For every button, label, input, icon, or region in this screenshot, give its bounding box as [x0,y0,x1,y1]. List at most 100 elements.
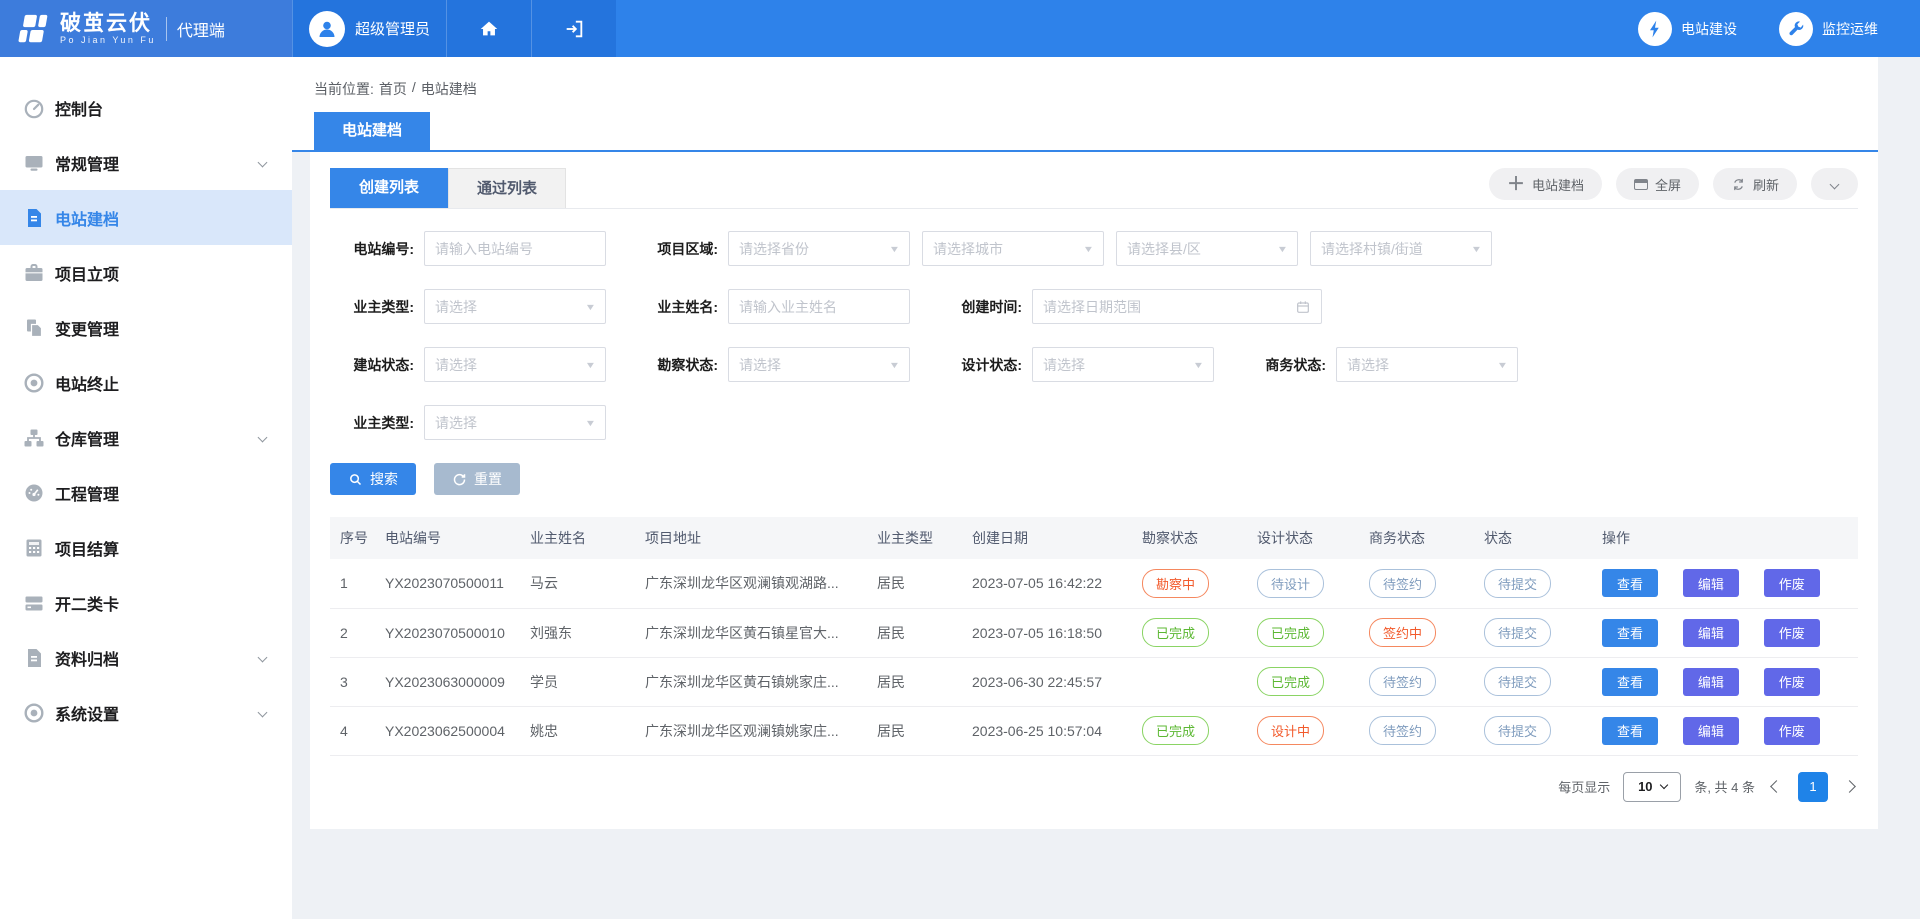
sidebar: 控制台 常规管理 电站建档 项目立项 变更管理 电站终止 仓库管理 工程管理 项… [0,57,292,919]
owner-type-2-select[interactable]: 请选择▼ [424,405,606,440]
cell-index: 1 [330,559,375,608]
province-select[interactable]: 请选择省份▼ [728,231,910,266]
sidebar-item-general-mgmt[interactable]: 常规管理 [0,135,292,190]
edit-button[interactable]: 编辑 [1683,717,1739,745]
search-button[interactable]: 搜索 [330,463,416,495]
edit-button[interactable]: 编辑 [1683,619,1739,647]
owner-type-select[interactable]: 请选择▼ [424,289,606,324]
next-page-button[interactable] [1841,778,1858,795]
logo-title: 破茧云伏 [60,13,156,35]
sidebar-item-station-terminate[interactable]: 电站终止 [0,355,292,410]
current-page-button[interactable]: 1 [1798,772,1828,802]
spacer [616,0,1638,57]
business-status-select[interactable]: 请选择▼ [1336,347,1518,382]
topbar-main: 超级管理员 电站建设 监控运维 [292,0,1920,57]
station-table: 序号 电站编号 业主姓名 项目地址 业主类型 创建日期 勘察状态 设计状态 商务… [330,517,1858,756]
date-range-input[interactable]: 请选择日期范围 [1032,289,1322,324]
field-label: 勘察状态: [634,355,718,375]
cell-owner-type: 居民 [867,657,962,706]
edit-button[interactable]: 编辑 [1683,569,1739,597]
sidebar-item-data-archive[interactable]: 资料归档 [0,630,292,685]
status-badge: 待提交 [1484,716,1551,745]
sidebar-item-label: 项目结算 [55,536,119,560]
page-tab-station-archive[interactable]: 电站建档 [314,112,430,150]
column-header: 序号 [330,517,375,559]
avatar-icon [309,11,345,47]
owner-name-input[interactable] [739,299,899,315]
edit-button[interactable]: 编辑 [1683,668,1739,696]
sidebar-item-open-type2-card[interactable]: 开二类卡 [0,575,292,630]
select-placeholder: 请选择 [1347,355,1389,375]
user-menu[interactable]: 超级管理员 [292,0,446,57]
filter-region: 项目区域: 请选择省份▼ 请选择城市▼ 请选择县/区▼ 请选择村镇/街道▼ [634,231,1492,266]
filter-row: 建站状态: 请选择▼ 勘察状态: 请选择▼ 设计状态: 请选择▼ 商务状态: 请… [330,347,1858,382]
panel-header: 创建列表 通过列表 ＋ 电站建档 全屏 刷新 [330,168,1858,209]
settings-icon [22,701,46,725]
survey-status-select[interactable]: 请选择▼ [728,347,910,382]
prev-page-button[interactable] [1768,778,1785,795]
reset-button[interactable]: 重置 [434,463,520,495]
town-select[interactable]: 请选择村镇/街道▼ [1310,231,1492,266]
station-code-input[interactable] [435,241,595,257]
design-status-select[interactable]: 请选择▼ [1032,347,1214,382]
sidebar-item-engineering-mgmt[interactable]: 工程管理 [0,465,292,520]
cell-created: 2023-06-30 22:45:57 [962,657,1132,706]
field-label: 业主类型: [330,413,414,433]
page-size-select[interactable]: 10 [1623,772,1681,802]
build-status-select[interactable]: 请选择▼ [424,347,606,382]
design-status-badge: 已完成 [1257,618,1324,647]
sidebar-item-warehouse-mgmt[interactable]: 仓库管理 [0,410,292,465]
view-button[interactable]: 查看 [1602,717,1658,745]
logo-subtitle: Po Jian Yun Fu [60,35,156,45]
table-header-row: 序号 电站编号 业主姓名 项目地址 业主类型 创建日期 勘察状态 设计状态 商务… [330,517,1858,559]
add-station-button[interactable]: ＋ 电站建档 [1489,168,1602,200]
dropdown-arrow-icon: ▼ [585,302,597,312]
select-placeholder: 请选择省份 [739,239,809,259]
void-button[interactable]: 作废 [1764,668,1820,696]
cell-address: 广东深圳龙华区观澜镇姚家庄... [635,706,867,755]
logout-button[interactable] [531,0,616,57]
cell-owner-name: 姚忠 [520,706,635,755]
sidebar-item-console[interactable]: 控制台 [0,80,292,135]
tab-passed-list[interactable]: 通过列表 [448,168,566,208]
sidebar-item-station-archive[interactable]: 电站建档 [0,190,292,245]
field-label: 业主类型: [330,297,414,317]
list-tabs: 创建列表 通过列表 [330,168,566,208]
county-select[interactable]: 请选择县/区▼ [1116,231,1298,266]
breadcrumb-prefix: 当前位置: [314,79,374,99]
wrench-icon [1779,12,1813,46]
logo[interactable]: 破茧云伏 Po Jian Yun Fu 代理端 [0,0,292,57]
cell-address: 广东深圳龙华区观澜镇观湖路... [635,559,867,608]
breadcrumb-home[interactable]: 首页 [379,79,407,99]
refresh-button[interactable]: 刷新 [1713,168,1797,200]
city-select[interactable]: 请选择城市▼ [922,231,1104,266]
design-status-badge: 已完成 [1257,667,1324,696]
pagination: 每页显示 10 条, 共 4 条 1 [330,772,1858,802]
sidebar-item-project-settlement[interactable]: 项目结算 [0,520,292,575]
design-status-badge: 待设计 [1257,569,1324,598]
card-icon [22,591,46,615]
nav-monitor-ops[interactable]: 监控运维 [1779,0,1878,57]
target-icon [22,371,46,395]
void-button[interactable]: 作废 [1764,619,1820,647]
nav-station-build[interactable]: 电站建设 [1638,0,1737,57]
view-button[interactable]: 查看 [1602,569,1658,597]
filter-station-code: 电站编号: [330,231,606,266]
cell-station-code: YX2023063000009 [375,657,520,706]
sidebar-item-change-mgmt[interactable]: 变更管理 [0,300,292,355]
void-button[interactable]: 作废 [1764,717,1820,745]
sidebar-item-system-settings[interactable]: 系统设置 [0,685,292,740]
home-button[interactable] [446,0,531,57]
view-button[interactable]: 查看 [1602,619,1658,647]
view-button[interactable]: 查看 [1602,668,1658,696]
tab-create-list[interactable]: 创建列表 [330,168,448,208]
fullscreen-button[interactable]: 全屏 [1616,168,1699,200]
breadcrumb: 当前位置: 首页 / 电站建档 [292,57,1878,99]
void-button[interactable]: 作废 [1764,569,1820,597]
sidebar-item-project-approval[interactable]: 项目立项 [0,245,292,300]
collapse-button[interactable] [1811,168,1858,200]
search-icon [348,472,363,487]
sidebar-item-label: 电站终止 [55,371,119,395]
cell-created: 2023-06-25 10:57:04 [962,706,1132,755]
dropdown-arrow-icon: ▼ [1277,244,1289,254]
